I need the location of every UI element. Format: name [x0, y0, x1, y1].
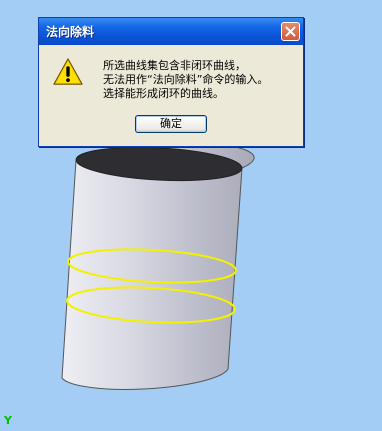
- close-icon: [285, 26, 296, 37]
- warning-icon: [53, 58, 83, 85]
- message-line: 选择能形成闭环的曲线。: [103, 87, 224, 100]
- warning-dialog: 法向除料 所选曲线集包含非闭环曲线， 无法用作“法向除料”命令的输入。 选择能形…: [38, 17, 304, 147]
- message-line: 所选曲线集包含非闭环曲线，: [103, 59, 246, 72]
- close-button[interactable]: [281, 22, 300, 41]
- dialog-message: 所选曲线集包含非闭环曲线， 无法用作“法向除料”命令的输入。 选择能形成闭环的曲…: [103, 59, 299, 101]
- dialog-title: 法向除料: [46, 25, 95, 39]
- dialog-body: 所选曲线集包含非闭环曲线， 无法用作“法向除料”命令的输入。 选择能形成闭环的曲…: [39, 45, 303, 146]
- ok-button[interactable]: 确定: [135, 115, 207, 133]
- y-axis-label: Y: [4, 414, 12, 427]
- message-line: 无法用作“法向除料”命令的输入。: [103, 73, 269, 86]
- dialog-titlebar[interactable]: 法向除料: [39, 18, 303, 45]
